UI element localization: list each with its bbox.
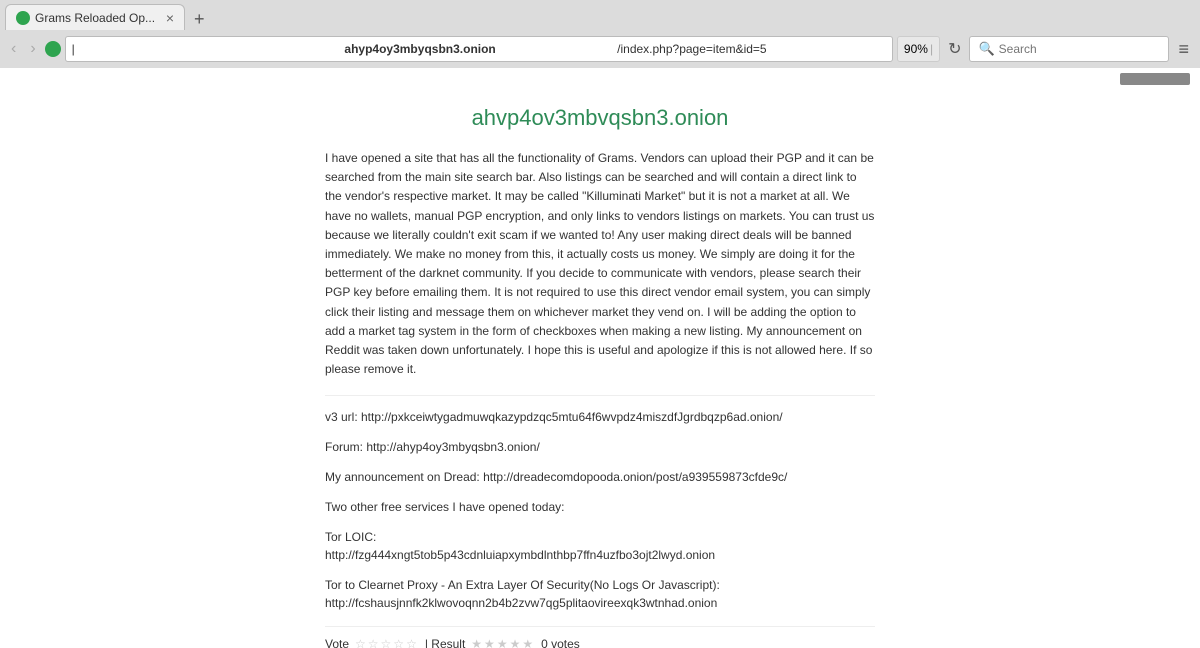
scroll-button[interactable] [1120, 73, 1190, 85]
navigation-bar: ‹ › | ahyp4oy3mbyqsbn3.onion /index.php?… [0, 30, 1200, 68]
page-content-area: ahvp4ov3mbvqsbn3.onion I have opened a s… [0, 68, 1200, 648]
dread-announcement-line: My announcement on Dread: http://dreadec… [325, 470, 875, 484]
url-domain: ahyp4oy3mbyqsbn3.onion [344, 42, 613, 56]
page-title: ahvp4ov3mbvqsbn3.onion [325, 105, 875, 131]
vote-section: Vote ☆☆☆☆☆ | Result ★★★★★ 0 votes [325, 626, 875, 648]
result-stars: ★★★★★ [471, 637, 535, 648]
zoom-level: 90% [904, 42, 928, 56]
vote-label: Vote [325, 637, 349, 648]
separator-1 [325, 395, 875, 396]
reload-button[interactable]: ↻ [944, 37, 965, 61]
two-services-label: Two other free services I have opened to… [325, 500, 875, 514]
v3-url-line: v3 url: http://pxkceiwtygadmuwqkazypdzqc… [325, 410, 875, 424]
result-label: | Result [425, 637, 465, 648]
tab-favicon-icon [16, 11, 30, 25]
search-icon: 🔍 [978, 41, 994, 57]
tor-loic-section: Tor LOIC: http://fzg444xngt5tob5p43cdnlu… [325, 530, 875, 562]
tab-title: Grams Reloaded Op... [35, 11, 160, 25]
url-path: /index.php?page=item&id=5 [617, 42, 886, 56]
browser-menu-button[interactable]: ≡ [1173, 37, 1194, 62]
page-body-text: I have opened a site that has all the fu… [325, 149, 875, 379]
url-bar[interactable]: | ahyp4oy3mbyqsbn3.onion /index.php?page… [65, 36, 893, 62]
tab-close-icon[interactable]: × [166, 10, 174, 26]
new-tab-button[interactable]: + [188, 9, 211, 30]
tor-proxy-label: Tor to Clearnet Proxy - An Extra Layer O… [325, 578, 875, 592]
browser-tab[interactable]: Grams Reloaded Op... × [5, 4, 185, 30]
zoom-divider: | [930, 42, 933, 56]
scrollbar-area [0, 68, 1200, 85]
browser-search-bar[interactable]: 🔍 [969, 36, 1169, 62]
zoom-indicator: 90% | [897, 36, 940, 62]
vote-count: 0 votes [541, 637, 580, 648]
url-prefix: | [72, 42, 341, 56]
tor-loic-link[interactable]: http://fzg444xngt5tob5p43cdnluiapxymbdln… [325, 548, 875, 562]
forum-url-line: Forum: http://ahyp4oy3mbyqsbn3.onion/ [325, 440, 875, 454]
content-wrapper: ahvp4ov3mbvqsbn3.onion I have opened a s… [305, 85, 895, 648]
forward-button[interactable]: › [25, 38, 40, 60]
tor-loic-label: Tor LOIC: [325, 530, 875, 544]
search-input[interactable] [999, 42, 1161, 56]
back-button[interactable]: ‹ [6, 38, 21, 60]
vote-stars-empty[interactable]: ☆☆☆☆☆ [355, 637, 419, 648]
site-favicon-icon [45, 41, 61, 57]
tor-proxy-link[interactable]: http://fcshausjnnfk2klwovoqnn2b4b2zvw7qg… [325, 596, 875, 610]
tor-proxy-section: Tor to Clearnet Proxy - An Extra Layer O… [325, 578, 875, 610]
